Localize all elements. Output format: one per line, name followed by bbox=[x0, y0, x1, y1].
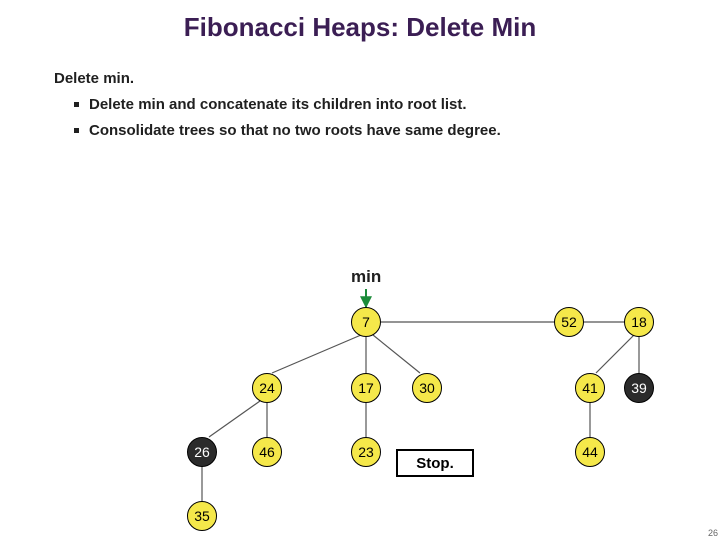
heap-node-7: 7 bbox=[351, 307, 381, 337]
heap-node-30: 30 bbox=[412, 373, 442, 403]
heap-node-23: 23 bbox=[351, 437, 381, 467]
bullet-item: Delete min and concatenate its children … bbox=[74, 96, 467, 113]
slide-number: 26 bbox=[708, 528, 718, 538]
min-label: min bbox=[351, 267, 381, 287]
edge bbox=[373, 335, 420, 373]
edge bbox=[596, 335, 634, 373]
edge bbox=[209, 401, 260, 437]
heap-node-24: 24 bbox=[252, 373, 282, 403]
heap-node-18: 18 bbox=[624, 307, 654, 337]
heap-node-41: 41 bbox=[575, 373, 605, 403]
heap-node-52: 52 bbox=[554, 307, 584, 337]
page-title: Fibonacci Heaps: Delete Min bbox=[0, 0, 720, 43]
stop-box: Stop. bbox=[396, 449, 474, 477]
section-subtitle: Delete min. bbox=[54, 70, 134, 87]
stop-label: Stop. bbox=[416, 455, 454, 472]
heap-node-44: 44 bbox=[575, 437, 605, 467]
heap-node-26: 26 bbox=[187, 437, 217, 467]
heap-node-35: 35 bbox=[187, 501, 217, 531]
heap-node-46: 46 bbox=[252, 437, 282, 467]
heap-node-17: 17 bbox=[351, 373, 381, 403]
bullet-item: Consolidate trees so that no two roots h… bbox=[74, 122, 501, 139]
heap-node-39: 39 bbox=[624, 373, 654, 403]
edge bbox=[272, 335, 361, 373]
